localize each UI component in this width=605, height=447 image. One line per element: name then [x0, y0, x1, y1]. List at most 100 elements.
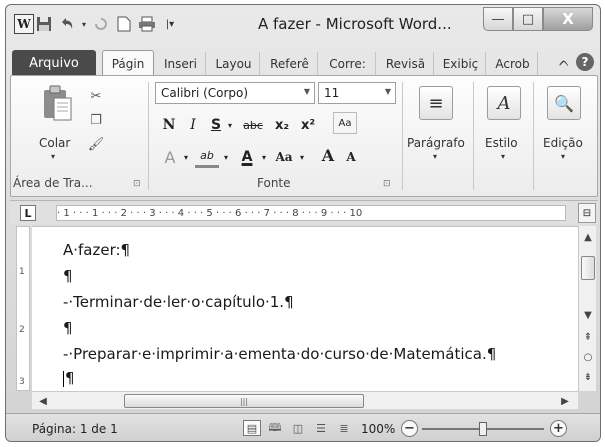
previous-page-icon[interactable]: ⇞ [581, 330, 595, 344]
paragraph-icon[interactable]: ≡ [419, 86, 453, 120]
tab-layout[interactable]: Layou [208, 52, 260, 76]
format-painter-icon[interactable]: 🖌 [87, 136, 105, 152]
vertical-scrollbar[interactable]: ▲ ▼ ⇞ ○ ⇟ [578, 226, 596, 391]
new-document-icon[interactable] [114, 14, 134, 34]
tab-home[interactable]: Págin [102, 50, 154, 77]
underline-button[interactable]: S [207, 114, 225, 136]
styles-icon[interactable]: A [487, 86, 521, 120]
paragraph-dropdown-icon[interactable]: ▾ [433, 152, 437, 161]
close-button[interactable]: X [543, 7, 593, 31]
zoom-in-button[interactable]: + [550, 420, 567, 437]
doc-line-text: ¶ [65, 369, 75, 387]
tab-references[interactable]: Referê [262, 52, 318, 76]
bold-button[interactable]: N [159, 114, 179, 136]
tab-view[interactable]: Exibiç [436, 52, 486, 76]
doc-line[interactable]: ¶ [63, 267, 73, 285]
font-size-value: 11 [324, 86, 340, 100]
tab-acrobat[interactable]: Acrob [488, 52, 538, 76]
group-separator [402, 82, 403, 190]
zoom-out-button[interactable]: − [401, 420, 418, 437]
view-buttons: ▤ 🕮 ◫ ☰ ≣ [243, 420, 358, 436]
strikethrough-button[interactable]: abc [239, 114, 267, 136]
font-color-dropdown-icon[interactable]: ▾ [259, 146, 269, 168]
copy-icon[interactable]: ❐ [87, 112, 105, 128]
horizontal-scroll-thumb[interactable]: ||| [124, 394, 364, 408]
redo-icon[interactable] [91, 14, 111, 34]
subscript-button[interactable]: x₂ [271, 114, 293, 136]
font-size-select[interactable]: 11 ▼ [318, 82, 396, 104]
outline-view-icon[interactable]: ☰ [312, 420, 330, 436]
text-effects-icon[interactable]: A [159, 146, 181, 168]
styles-dropdown-icon[interactable]: ▾ [501, 152, 505, 161]
help-icon[interactable]: ? [576, 53, 594, 71]
text-effects-dropdown-icon[interactable]: ▾ [181, 146, 191, 168]
ruler-marks: · 1 · · · 1 · · · 2 · · · 3 · · · 4 · · … [57, 207, 363, 219]
draft-view-icon[interactable]: ≣ [335, 420, 353, 436]
scroll-down-icon[interactable]: ▼ [581, 308, 595, 322]
underline-dropdown-icon[interactable]: ▾ [225, 114, 235, 136]
scroll-up-icon[interactable]: ▲ [581, 230, 595, 244]
doc-line[interactable]: A·fazer:¶ [63, 241, 130, 259]
tab-review[interactable]: Revisã [378, 52, 434, 76]
editing-button[interactable]: Edição [543, 136, 583, 150]
shrink-font-button[interactable]: A [341, 146, 361, 168]
chevron-down-icon: ▼ [384, 87, 391, 96]
superscript-button[interactable]: x² [297, 114, 319, 136]
web-layout-icon[interactable]: ◫ [289, 420, 307, 436]
doc-line[interactable]: -·Terminar·de·ler·o·capítulo·1.¶ [63, 293, 294, 311]
browse-object-icon[interactable]: ○ [581, 350, 595, 364]
tab-mailings[interactable]: Corre: [320, 52, 376, 76]
minimize-ribbon-icon[interactable]: ᨈ [559, 55, 570, 70]
paragraph-button[interactable]: Parágrafo [407, 136, 465, 150]
print-layout-view-icon[interactable]: ▤ [243, 420, 261, 436]
tab-insert[interactable]: Inseri [156, 52, 206, 76]
document-page[interactable]: A·fazer:¶ ¶ -·Terminar·de·ler·o·capítulo… [32, 226, 578, 391]
page-count-status[interactable]: Página: 1 de 1 [32, 422, 118, 436]
tab-file[interactable]: Arquivo [12, 50, 96, 76]
styles-button[interactable]: Estilo [485, 136, 518, 150]
full-screen-reading-icon[interactable]: 🕮 [266, 420, 284, 436]
highlight-button[interactable]: ab [195, 146, 219, 168]
clear-formatting-icon[interactable]: Aa [333, 112, 357, 134]
zoom-level[interactable]: 100% [361, 422, 395, 436]
clipboard-launcher-icon[interactable]: ⊡ [133, 179, 141, 189]
doc-line-current[interactable]: ¶ [63, 369, 75, 387]
italic-button[interactable]: I [183, 114, 203, 136]
undo-icon[interactable] [57, 14, 77, 34]
horizontal-ruler[interactable]: · 1 · · · 1 · · · 2 · · · 3 · · · 4 · · … [56, 205, 566, 221]
maximize-button[interactable]: □ [513, 7, 543, 31]
scroll-right-icon[interactable]: ▶ [558, 394, 572, 408]
horizontal-scrollbar[interactable]: ◀ ||| ▶ [32, 391, 578, 409]
binoculars-icon[interactable]: 🔍 [547, 86, 581, 120]
editing-dropdown-icon[interactable]: ▾ [561, 152, 565, 161]
font-launcher-icon[interactable]: ⊡ [383, 179, 391, 189]
save-icon[interactable] [34, 14, 54, 34]
paste-icon[interactable] [41, 84, 73, 122]
font-name-value: Calibri (Corpo) [161, 86, 249, 100]
paste-dropdown-icon[interactable]: ▾ [51, 152, 55, 161]
change-case-button[interactable]: Aa [271, 146, 297, 168]
zoom-slider-thumb[interactable] [479, 422, 487, 436]
next-page-icon[interactable]: ⇟ [581, 370, 595, 384]
view-ruler-icon[interactable]: ⊟ [578, 203, 596, 223]
scroll-left-icon[interactable]: ◀ [36, 394, 50, 408]
grow-font-button[interactable]: A [317, 144, 339, 166]
minimize-button[interactable]: — [483, 7, 513, 31]
doc-line[interactable]: -·Preparar·e·imprimir·a·ementa·do·curso·… [63, 345, 496, 363]
font-name-select[interactable]: Calibri (Corpo) ▼ [155, 82, 315, 104]
group-separator [533, 82, 534, 190]
font-color-button[interactable]: A [237, 146, 257, 168]
undo-dropdown-icon[interactable]: ▾ [80, 14, 88, 34]
group-separator [148, 82, 149, 190]
cut-icon[interactable]: ✂ [87, 88, 105, 104]
vruler-mark: 3 [19, 377, 25, 387]
print-icon[interactable] [137, 14, 157, 34]
word-app-icon[interactable]: W [14, 14, 34, 34]
doc-line[interactable]: ¶ [63, 319, 73, 337]
change-case-dropdown-icon[interactable]: ▾ [297, 146, 307, 168]
paste-button[interactable]: Colar [39, 136, 70, 150]
customize-toolbar-icon[interactable]: |▾ [160, 14, 180, 34]
tab-selector-button[interactable]: L [20, 205, 36, 221]
vertical-scroll-thumb[interactable] [581, 256, 595, 280]
highlight-dropdown-icon[interactable]: ▾ [221, 146, 231, 168]
